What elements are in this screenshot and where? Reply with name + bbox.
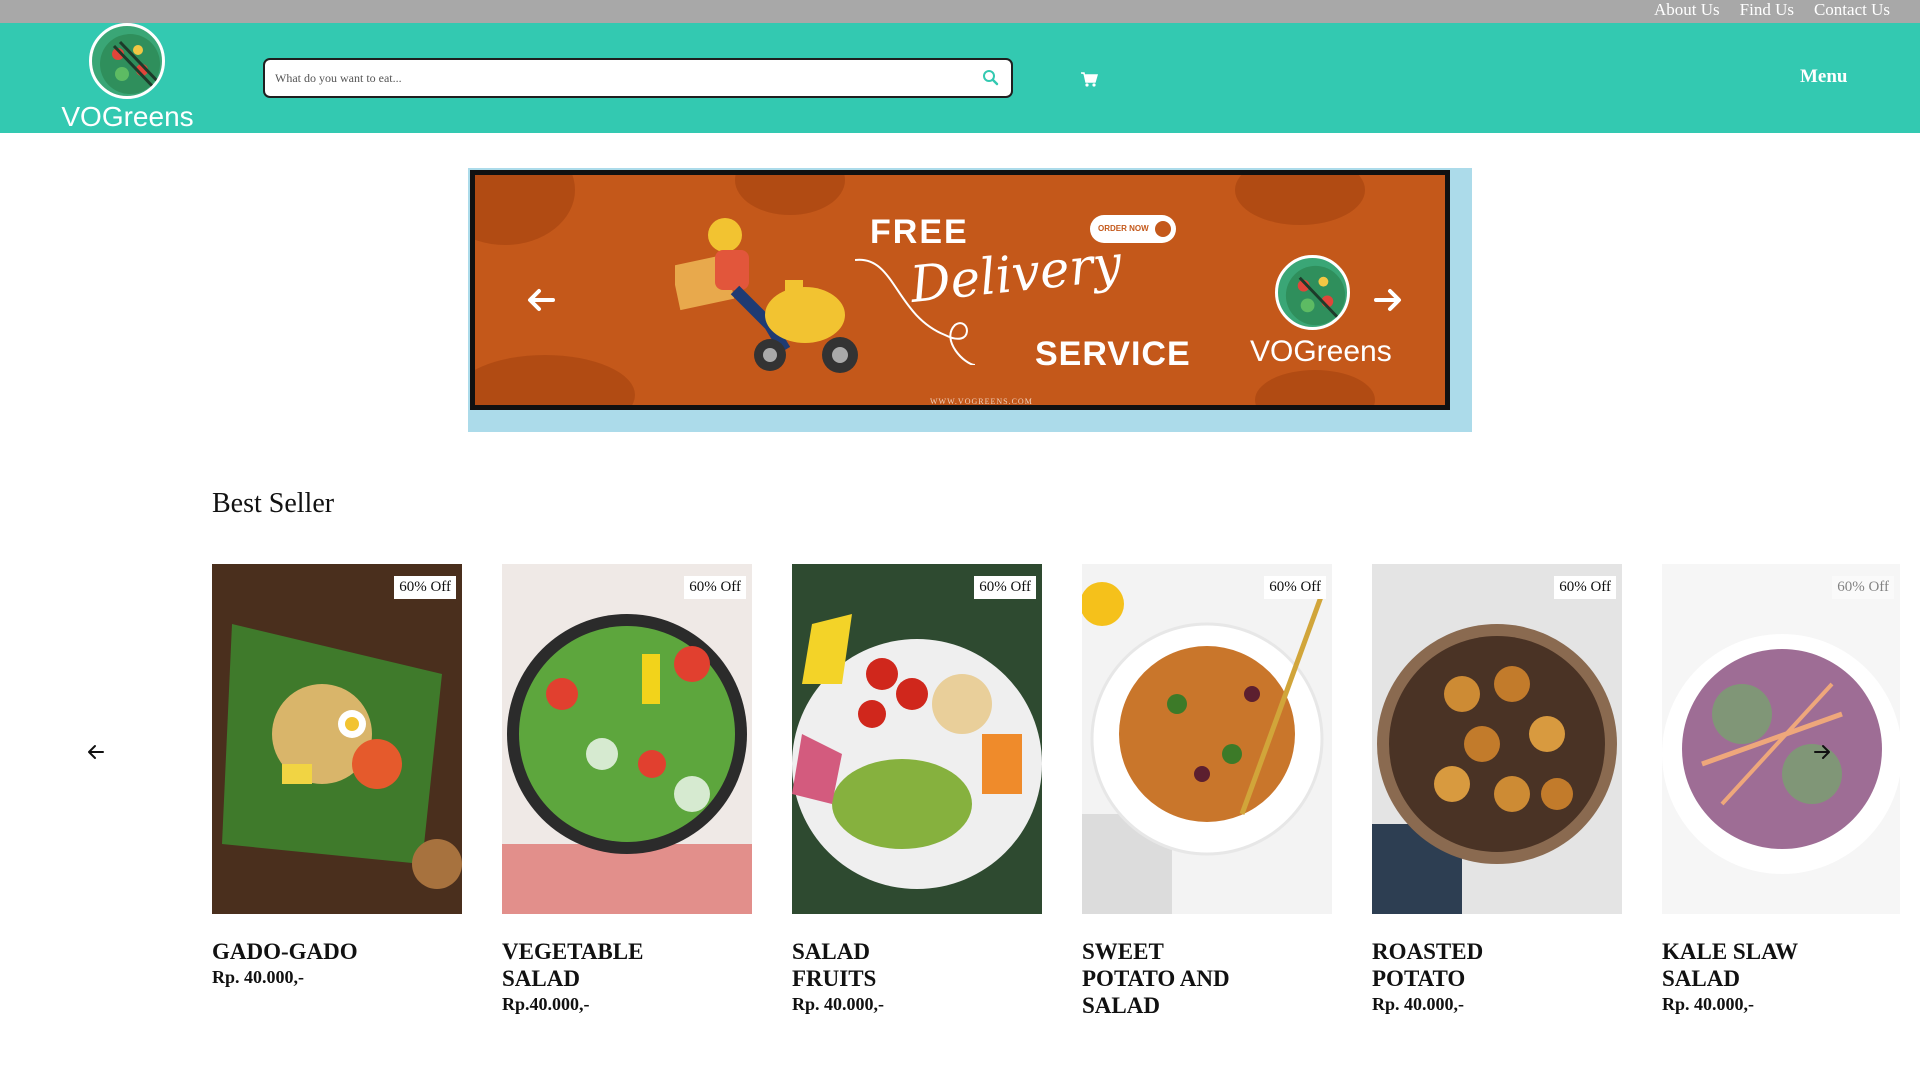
- search-icon[interactable]: [981, 68, 1001, 88]
- about-us-link[interactable]: About Us: [1654, 0, 1720, 20]
- banner-blob: [1255, 370, 1375, 405]
- product-card[interactable]: 60% Off SWEET POTATO AND SALAD: [1082, 564, 1332, 1019]
- product-name[interactable]: KALE SLAW SALAD: [1662, 938, 1822, 992]
- product-name[interactable]: ROASTED POTATO: [1372, 938, 1532, 992]
- logo-text: VOGreens: [61, 101, 194, 132]
- product-price: Rp. 40.000,-: [212, 967, 305, 987]
- banner-next-arrow-icon[interactable]: [1370, 285, 1406, 315]
- product-card[interactable]: 60% Off GADO-GADO Rp. 40.000,-: [212, 564, 462, 989]
- banner-swoosh: [855, 258, 976, 365]
- site-logo[interactable]: VOGreens: [55, 23, 200, 133]
- shopping-cart-icon[interactable]: [1078, 68, 1100, 90]
- product-image-roasted-potato[interactable]: 60% Off: [1372, 564, 1622, 914]
- product-image-gado-gado[interactable]: 60% Off: [212, 564, 462, 914]
- promo-banner[interactable]: FREE Delivery SERVICE ORDER NOW VOGreens…: [470, 170, 1450, 410]
- product-image-salad-fruits[interactable]: 60% Off: [792, 564, 1042, 914]
- product-price: Rp. 40.000,-: [1372, 994, 1465, 1014]
- product-name[interactable]: SWEET POTATO AND SALAD: [1082, 938, 1242, 1019]
- top-utility-bar: About Us Find Us Contact Us: [0, 0, 1920, 23]
- banner-blob: [475, 355, 635, 405]
- menu-button[interactable]: Menu: [1800, 66, 1848, 88]
- banner-prev-arrow-icon[interactable]: [523, 285, 559, 315]
- discount-badge: 60% Off: [684, 576, 746, 599]
- product-card[interactable]: 60% Off KALE SLAW SALAD Rp. 40.000,-: [1662, 564, 1900, 1016]
- discount-badge: 60% Off: [1554, 576, 1616, 599]
- product-name[interactable]: SALAD FRUITS: [792, 938, 952, 992]
- product-card[interactable]: 60% Off ROASTED POTATO Rp. 40.000,-: [1372, 564, 1622, 1016]
- discount-badge: 60% Off: [1264, 576, 1326, 599]
- top-links: About Us Find Us Contact Us: [1654, 0, 1890, 20]
- product-name[interactable]: GADO-GADO: [212, 938, 372, 965]
- order-now-dot: [1155, 221, 1171, 237]
- search-input[interactable]: [275, 66, 965, 90]
- product-image-sweet-potato-salad[interactable]: 60% Off: [1082, 564, 1332, 914]
- main-header: VOGreens Menu: [0, 23, 1920, 133]
- find-us-link[interactable]: Find Us: [1740, 0, 1794, 20]
- search-bar: [263, 58, 1013, 98]
- banner-logo-icon: [1275, 255, 1350, 330]
- product-image-vegetable-salad[interactable]: 60% Off: [502, 564, 752, 914]
- logo-salad-icon: [89, 23, 165, 99]
- product-card[interactable]: 60% Off VEGETABLE SALAD Rp.40.000,-: [502, 564, 752, 1016]
- banner-service-text: SERVICE: [1035, 335, 1191, 373]
- product-image-kale-slaw-salad[interactable]: 60% Off: [1662, 564, 1900, 914]
- banner-blob: [475, 175, 575, 245]
- product-card[interactable]: 60% Off SALAD FRUITS Rp. 40.000,-: [792, 564, 1042, 1016]
- order-now-label: ORDER NOW: [1098, 224, 1149, 233]
- order-now-button[interactable]: ORDER NOW: [1090, 215, 1176, 243]
- discount-badge: 60% Off: [1832, 576, 1894, 599]
- banner-logo-text: VOGreens: [1250, 335, 1392, 368]
- product-price: Rp.40.000,-: [502, 994, 590, 1014]
- best-seller-title: Best Seller: [212, 488, 335, 519]
- banner-url: WWW.VOGREENS.COM: [930, 397, 1033, 406]
- discount-badge: 60% Off: [394, 576, 456, 599]
- product-price: Rp. 40.000,-: [792, 994, 885, 1014]
- contact-us-link[interactable]: Contact Us: [1814, 0, 1890, 20]
- product-name[interactable]: VEGETABLE SALAD: [502, 938, 662, 992]
- banner-blob: [1235, 175, 1365, 225]
- carousel-prev-arrow-icon[interactable]: [84, 740, 108, 764]
- carousel-next-arrow-icon[interactable]: [1810, 740, 1834, 764]
- product-price: Rp. 40.000,-: [1662, 994, 1755, 1014]
- banner-free-text: FREE: [870, 213, 969, 251]
- discount-badge: 60% Off: [974, 576, 1036, 599]
